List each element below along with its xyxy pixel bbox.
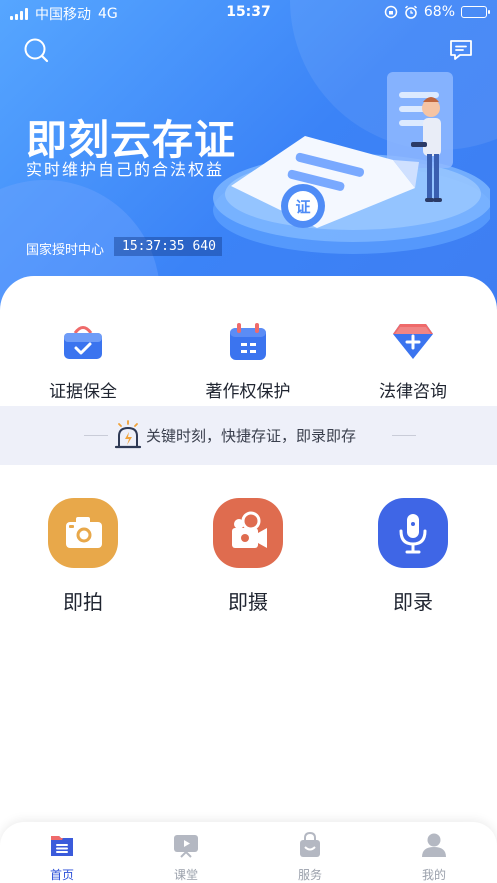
certificate-illustration: 证 (213, 72, 490, 254)
microphone-icon (399, 514, 427, 554)
action-label: 即摄 (228, 590, 268, 614)
divider (392, 435, 416, 436)
service-copyright-protection[interactable]: 著作权保护 (178, 321, 318, 402)
status-bar: 中国移动 4G 15:37 68% (0, 0, 497, 26)
message-icon[interactable] (447, 36, 475, 64)
bottom-tab-bar: 首页 课堂 服务 我的 (0, 822, 497, 883)
service-label: 著作权保护 (205, 382, 291, 402)
tab-label: 首页 (49, 868, 74, 882)
tab-label: 课堂 (173, 868, 198, 882)
calendar-icon (230, 323, 266, 360)
action-label: 即录 (393, 590, 433, 614)
search-icon[interactable] (22, 36, 50, 64)
slogan-text: 关键时刻，快捷存证，即录即存 (146, 427, 357, 445)
divider (84, 435, 108, 436)
battery-percent: 68% (423, 4, 455, 20)
battery-icon (461, 6, 490, 18)
tab-mine[interactable]: 我的 (394, 832, 474, 883)
alarm-icon (404, 5, 417, 19)
tab-label: 服务 (297, 868, 322, 882)
diamond-plus-icon (393, 324, 433, 359)
shopping-bag-icon (300, 831, 320, 857)
user-icon (422, 833, 446, 857)
rotation-lock-icon (384, 5, 398, 19)
slogan-banner: 关键时刻，快捷存证，即录即存 (0, 406, 497, 465)
photo-button[interactable] (48, 498, 118, 568)
classroom-icon (174, 835, 198, 858)
certificate-badge: 证 (295, 198, 310, 216)
service-evidence-preservation[interactable]: 证据保全 (13, 321, 153, 402)
basket-check-icon (64, 326, 102, 359)
hero-banner: 中国移动 4G 15:37 68% 即刻云存证 实时维护自己的合法权益 国家授时… (0, 0, 497, 320)
service-grid: 证据保全 著作权保护 法律咨询 (0, 321, 497, 402)
home-icon (51, 836, 73, 856)
service-legal-consultation[interactable]: 法律咨询 (343, 321, 483, 402)
alarm-light-icon (114, 420, 142, 449)
video-button[interactable] (213, 498, 283, 568)
camera-icon (66, 517, 102, 548)
tab-classroom[interactable]: 课堂 (146, 832, 226, 883)
action-video[interactable]: 即摄 (198, 498, 298, 615)
hero-subtitle: 实时维护自己的合法权益 (26, 160, 225, 179)
tab-service[interactable]: 服务 (270, 831, 350, 883)
tab-home[interactable]: 首页 (22, 832, 102, 883)
video-camera-icon (232, 511, 267, 548)
action-photo[interactable]: 即拍 (33, 498, 133, 615)
action-label: 即拍 (63, 590, 103, 614)
service-label: 法律咨询 (379, 382, 447, 402)
main-card: 证据保全 著作权保护 法律咨询 关键时刻，快捷存证，即录即存 即拍 即摄 即录 (0, 276, 497, 836)
tab-label: 我的 (421, 868, 446, 882)
time-source-label: 国家授时中心 (26, 243, 105, 258)
record-button[interactable] (378, 498, 448, 568)
action-audio[interactable]: 即录 (363, 498, 463, 615)
service-label: 证据保全 (49, 382, 117, 402)
